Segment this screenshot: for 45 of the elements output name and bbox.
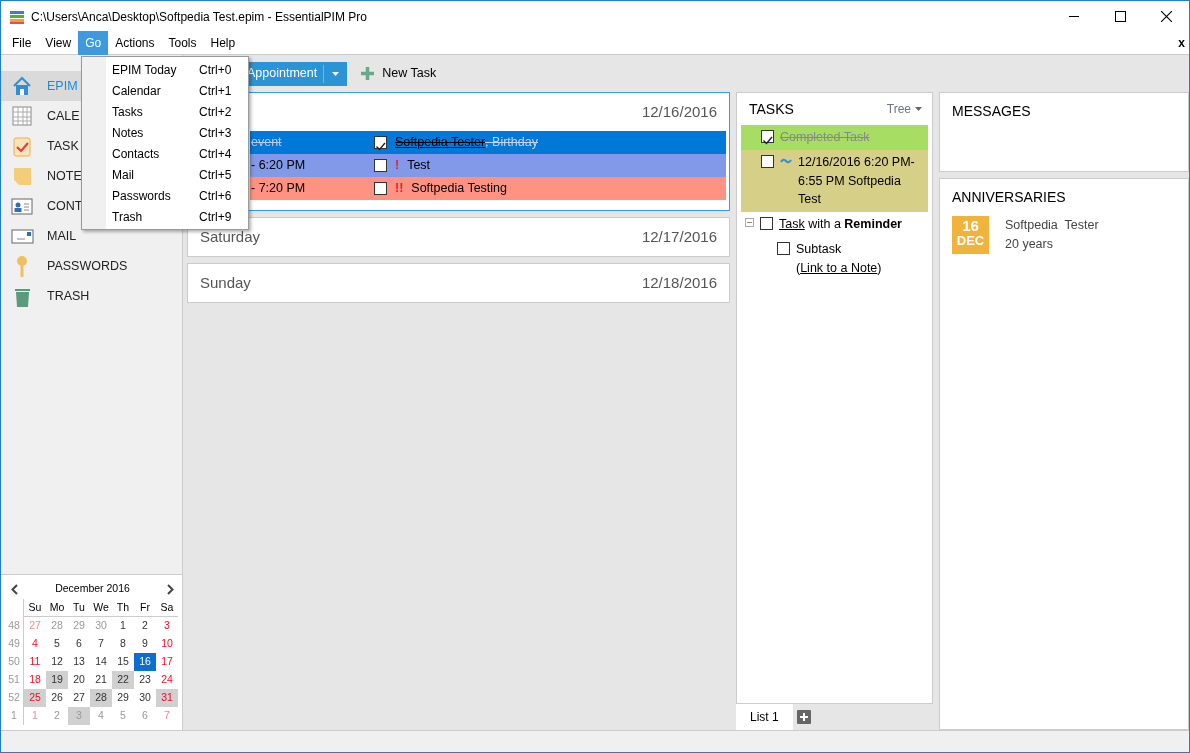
week-number: 50 [5,653,24,671]
task-text: Completed Task [780,129,870,146]
weekday-label: Th [116,599,130,615]
shortcut-label: Ctrl+1 [199,82,232,100]
week-number: 48 [5,617,24,635]
task-text: 12/16/2016 6:20 PM-6:55 PM Softpedia Test [798,153,916,209]
weekday-label: Sa [160,599,174,615]
week-number: 49 [5,635,24,653]
week-number: 1 [5,707,24,725]
day-date: 12/16/2016 [641,101,717,122]
task-text: Subtask (Link to a Note) [796,240,883,277]
date-badge: 16 DEC [952,216,989,254]
shortcut-label: Ctrl+6 [199,187,232,205]
week-number: 51 [5,671,24,689]
event-title: , Birthday [485,134,538,152]
shortcut-label: Ctrl+3 [199,124,232,142]
day-name: Saturday [200,226,261,247]
shortcut-label: Ctrl+4 [199,145,232,163]
weekday-label: We [93,599,109,615]
priority-mark: ! [395,157,400,175]
weekday-label: Tu [73,599,85,615]
weekday-label: Mo [49,599,65,615]
panel-title: ANNIVERSARIES [952,188,1067,207]
shortcut-label: Ctrl+5 [199,166,232,184]
day-date: 12/18/2016 [641,272,717,293]
weekday-label: Fr [140,599,150,615]
event-time: - 6:20 PM [251,157,307,175]
month-label: December 2016 [55,581,130,597]
panel-title: MESSAGES [952,102,1032,121]
anniversary-years: 20 years [1005,235,1054,253]
event-time: - 7:20 PM [251,180,307,198]
weekday-label: Su [28,599,42,615]
day-name: Sunday [200,272,251,293]
window-title: C:\Users\Anca\Desktop\Softpedia Test.epim - EssentialPIM Pro [31,9,367,24]
day-date: 12/17/2016 [641,226,717,247]
contact-name: Softpedia Tester [1005,217,1099,234]
event-time: event [251,134,283,152]
panel-title: TASKS [749,99,794,119]
shortcut-label: Ctrl+2 [199,103,232,121]
shortcut-label: Ctrl+9 [199,208,232,226]
shortcut-label: Ctrl+0 [199,61,232,79]
event-title: Test [407,157,431,175]
priority-mark: !! [395,180,404,198]
event-title: Softpedia Testing [411,180,507,198]
task-text: Task with a Reminder [779,216,902,233]
